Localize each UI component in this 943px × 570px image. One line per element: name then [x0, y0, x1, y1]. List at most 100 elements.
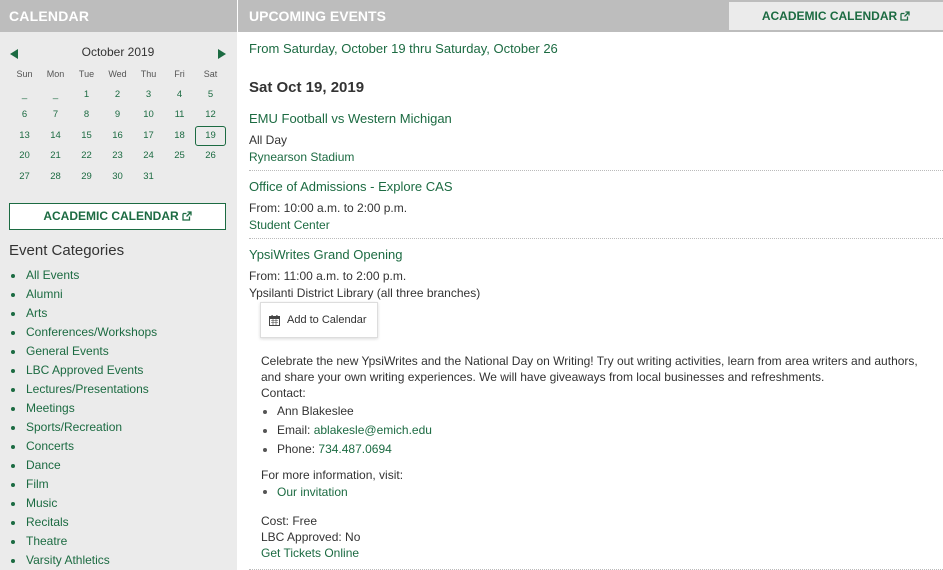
academic-calendar-button[interactable]: ACADEMIC CALENDAR [9, 203, 226, 230]
calendar-day[interactable]: 26 [195, 146, 226, 166]
event-location-link[interactable]: Rynearson Stadium [249, 149, 943, 166]
category-item: Arts [9, 304, 157, 323]
calendar-day[interactable]: 30 [102, 167, 133, 187]
event-location-link[interactable]: Student Center [249, 217, 943, 234]
calendar-day[interactable]: 18 [164, 126, 195, 146]
event-title-link[interactable]: Office of Admissions - Explore CAS [249, 179, 943, 196]
calendar-week-row: 20 21 22 23 24 25 26 [9, 146, 226, 167]
academic-calendar-label: ACADEMIC CALENDAR [43, 209, 179, 223]
calendar-day[interactable]: 1 [71, 85, 102, 105]
calendar-day[interactable]: 4 [164, 85, 195, 105]
event-time: All Day [249, 133, 288, 147]
invitation-link[interactable]: Our invitation [277, 484, 348, 500]
calendar-day[interactable]: 2 [102, 85, 133, 105]
category-link[interactable]: Conferences/Workshops [26, 324, 157, 341]
phone-label: Phone: [277, 442, 316, 456]
calendar-day[interactable]: 23 [102, 146, 133, 166]
external-link-icon [182, 211, 192, 221]
calendar-day[interactable]: 25 [164, 146, 195, 166]
calendar-day-selected[interactable]: 19 [195, 125, 226, 146]
category-item: Music [9, 494, 157, 513]
category-link[interactable]: Alumni [26, 286, 63, 303]
category-link[interactable]: Film [26, 476, 49, 493]
calendar-day[interactable]: 15 [71, 126, 102, 146]
category-link[interactable]: Music [26, 495, 57, 512]
event-description: Celebrate the new YpsiWrites and the Nat… [261, 353, 941, 561]
event-time: From: 11:00 a.m. to 2:00 p.m. [249, 269, 407, 283]
category-item: Film [9, 475, 157, 494]
phone-link[interactable]: 734.487.0694 [318, 441, 391, 458]
weekday-label: Tue [78, 69, 95, 80]
event-item: Office of Admissions - Explore CAS From:… [249, 179, 943, 234]
email-link[interactable]: ablakesle@emich.edu [314, 422, 432, 439]
calendar-day[interactable]: 11 [164, 105, 195, 125]
category-link[interactable]: Concerts [26, 438, 74, 455]
calendar-day[interactable]: 7 [40, 105, 71, 125]
contact-email: Email: ablakesle@emich.edu [261, 421, 941, 440]
category-link[interactable]: Theatre [26, 533, 67, 550]
category-link[interactable]: Dance [26, 457, 61, 474]
contact-label: Contact: [261, 386, 306, 400]
calendar-day[interactable]: 6 [9, 105, 40, 125]
calendar-day[interactable]: 29 [71, 167, 102, 187]
category-item: General Events [9, 342, 157, 361]
add-to-calendar-label: Add to Calendar [287, 314, 367, 326]
calendar-day[interactable]: 21 [40, 146, 71, 166]
category-item: LBC Approved Events [9, 361, 157, 380]
next-month-icon[interactable] [218, 49, 226, 59]
weekday-label: Sun [16, 69, 33, 80]
category-link[interactable]: Sports/Recreation [26, 419, 122, 436]
calendar-day[interactable]: 28 [40, 167, 71, 187]
weekday-label: Thu [140, 69, 157, 80]
event-title-link[interactable]: YpsiWrites Grand Opening [249, 247, 943, 264]
calendar-week-row: 6 7 8 9 10 11 12 [9, 105, 226, 126]
category-item: Alumni [9, 285, 157, 304]
calendar-day[interactable]: 20 [9, 146, 40, 166]
category-item: Lectures/Presentations [9, 380, 157, 399]
add-to-calendar-button[interactable]: Add to Calendar [260, 302, 378, 338]
contact-name-text: Ann Blakeslee [277, 404, 354, 418]
category-item: Conferences/Workshops [9, 323, 157, 342]
calendar-day: _ [21, 88, 28, 100]
category-link[interactable]: Lectures/Presentations [26, 381, 149, 398]
get-tickets-link[interactable]: Get Tickets Online [261, 545, 941, 561]
category-link[interactable]: Meetings [26, 400, 75, 417]
calendar-day[interactable]: 14 [40, 126, 71, 146]
event-item: YpsiWrites Grand Opening From: 11:00 a.m… [249, 247, 943, 302]
calendar-day[interactable]: 27 [9, 167, 40, 187]
calendar-day[interactable]: 3 [133, 85, 164, 105]
weekday-label: Sat [203, 69, 218, 80]
category-link[interactable]: All Events [26, 267, 79, 284]
category-link[interactable]: LBC Approved Events [26, 362, 143, 379]
category-link[interactable]: General Events [26, 343, 109, 360]
events-header-title: UPCOMING EVENTS [249, 8, 386, 24]
calendar-day[interactable]: 10 [133, 105, 164, 125]
info-item: Our invitation [261, 483, 941, 501]
academic-calendar-tab-label: ACADEMIC CALENDAR [761, 9, 898, 23]
events-header: UPCOMING EVENTS ACADEMIC CALENDAR [238, 0, 943, 32]
events-main: UPCOMING EVENTS ACADEMIC CALENDAR From S… [238, 0, 943, 570]
calendar-day[interactable]: 8 [71, 105, 102, 125]
weekday-label: Wed [108, 69, 127, 80]
calendar-day [195, 167, 226, 187]
category-list: All Events Alumni Arts Conferences/Workshop… [9, 266, 157, 570]
calendar-day[interactable]: 16 [102, 126, 133, 146]
event-time: From: 10:00 a.m. to 2:00 p.m. [249, 201, 408, 215]
info-list: Our invitation [261, 483, 941, 501]
calendar-day[interactable]: 31 [133, 167, 164, 187]
calendar-day[interactable]: 22 [71, 146, 102, 166]
calendar-day[interactable]: 24 [133, 146, 164, 166]
event-divider [249, 170, 943, 171]
calendar-icon [269, 315, 280, 326]
category-link[interactable]: Arts [26, 305, 47, 322]
calendar-day[interactable]: 17 [133, 126, 164, 146]
event-title-link[interactable]: EMU Football vs Western Michigan [249, 111, 943, 128]
academic-calendar-tab[interactable]: ACADEMIC CALENDAR [729, 2, 943, 30]
calendar-day[interactable]: 5 [195, 85, 226, 105]
lbc-approved-text: LBC Approved: No [261, 530, 361, 544]
calendar-day[interactable]: 9 [102, 105, 133, 125]
category-link[interactable]: Varsity Athletics [26, 552, 110, 569]
calendar-day[interactable]: 13 [9, 126, 40, 146]
calendar-day[interactable]: 12 [195, 105, 226, 125]
category-link[interactable]: Recitals [26, 514, 69, 531]
